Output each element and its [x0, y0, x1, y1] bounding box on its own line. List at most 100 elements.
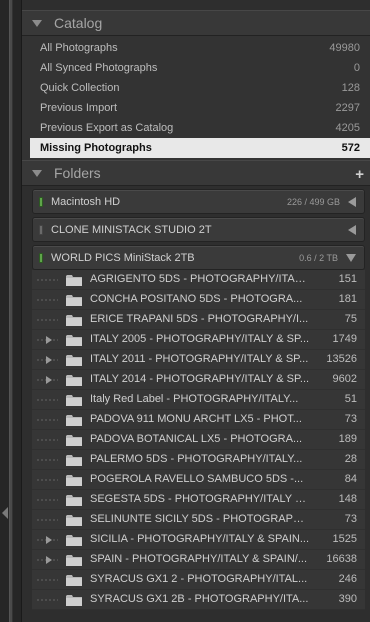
tree-guide-dots — [36, 299, 58, 301]
folder-row[interactable]: PADOVA 911 MONU ARCHT LX5 - PHOT... 73 — [32, 410, 365, 430]
folder-row[interactable]: PADOVA BOTANICAL LX5 - PHOTOGRA... 189 — [32, 430, 365, 450]
folder-count: 13526 — [326, 353, 357, 365]
collapse-left-icon[interactable] — [2, 507, 8, 519]
folder-name: AGRIGENTO 5DS - PHOTOGRAPHY/ITAL... — [90, 273, 310, 285]
expand-arrow-icon[interactable] — [46, 376, 52, 384]
folders-header[interactable]: Folders + — [22, 160, 370, 186]
tree-guide-dots — [36, 419, 58, 421]
volume-name: WORLD PICS MiniStack 2TB — [51, 251, 195, 264]
folder-count: 28 — [344, 453, 357, 465]
expand-arrow-icon[interactable] — [46, 336, 52, 344]
folder-row[interactable]: SEGESTA 5DS - PHOTOGRAPHY/ITALY &... 148 — [32, 490, 365, 510]
folder-icon — [66, 274, 82, 286]
folder-name: PADOVA 911 MONU ARCHT LX5 - PHOT... — [90, 413, 302, 425]
folder-count: 189 — [338, 433, 357, 445]
folder-row[interactable]: AGRIGENTO 5DS - PHOTOGRAPHY/ITAL... 151 — [32, 270, 365, 290]
catalog-item[interactable]: Missing Photographs 572 — [30, 138, 370, 158]
catalog-item-count: 128 — [341, 82, 360, 94]
folder-row[interactable]: POGEROLA RAVELLO SAMBUCO 5DS -... 84 — [32, 470, 365, 490]
catalog-item[interactable]: Quick Collection 128 — [30, 78, 370, 98]
catalog-item-count: 49980 — [329, 42, 360, 54]
volume-header[interactable]: CLONE MINISTACK STUDIO 2T — [32, 217, 365, 242]
folder-icon — [66, 534, 82, 546]
tree-guide-dots — [36, 579, 58, 581]
folder-count: 148 — [338, 493, 357, 505]
folder-name: Italy Red Label - PHOTOGRAPHY/ITALY... — [90, 393, 299, 405]
chevron-left-icon[interactable] — [348, 196, 356, 207]
folder-row[interactable]: SPAIN - PHOTOGRAPHY/ITALY & SPAIN/... 166… — [32, 550, 365, 570]
expand-arrow-icon[interactable] — [46, 556, 52, 564]
volume-size: 0.6 / 2 TB — [299, 252, 338, 263]
folder-count: 181 — [338, 293, 357, 305]
left-panel: Catalog All Photographs 49980 All Synced P… — [22, 0, 370, 622]
catalog-header[interactable]: Catalog — [22, 10, 370, 36]
folder-row[interactable]: Italy Red Label - PHOTOGRAPHY/ITALY... 51 — [32, 390, 365, 410]
folder-row[interactable]: CONCHA POSITANO 5DS - PHOTOGRA... 181 — [32, 290, 365, 310]
folder-count: 16638 — [326, 553, 357, 565]
catalog-item[interactable]: Previous Export as Catalog 4205 — [30, 118, 370, 138]
folder-name: SELINUNTE SICILY 5DS - PHOTOGRAPH... — [90, 513, 310, 525]
volume-size: 226 / 499 GB — [286, 196, 340, 207]
disclosure-triangle-icon[interactable] — [32, 19, 42, 27]
folder-count: 390 — [338, 593, 357, 605]
folder-name: ITALY 2005 - PHOTOGRAPHY/ITALY & SP... — [90, 333, 310, 345]
folder-row[interactable]: ITALY 2014 - PHOTOGRAPHY/ITALY & SP... 96… — [32, 370, 365, 390]
folder-row[interactable]: PALERMO 5DS - PHOTOGRAPHY/ITALY... 28 — [32, 450, 365, 470]
catalog-item-label: Previous Export as Catalog — [40, 122, 174, 134]
catalog-item-label: All Photographs — [40, 42, 118, 54]
chevron-left-icon[interactable] — [348, 224, 356, 235]
folder-count: 9602 — [332, 373, 357, 385]
folder-icon — [66, 554, 82, 566]
catalog-item-label: Quick Collection — [40, 82, 120, 94]
tree-guide-dots — [36, 279, 58, 281]
folder-name: POGEROLA RAVELLO SAMBUCO 5DS -... — [90, 473, 304, 485]
folder-name: SYRACUS GX1 2B - PHOTOGRAPHY/ITA... — [90, 593, 309, 605]
folder-icon — [66, 574, 82, 586]
volume-status-icon — [39, 196, 43, 207]
folder-count: 151 — [338, 273, 357, 285]
folder-count: 73 — [344, 413, 357, 425]
volume-header[interactable]: Macintosh HD 226 / 499 GB — [32, 189, 365, 214]
folder-row[interactable]: SYRACUS GX1 2 - PHOTOGRAPHY/ITAL... 246 — [32, 570, 365, 590]
disclosure-triangle-icon[interactable] — [32, 169, 42, 177]
folder-list: AGRIGENTO 5DS - PHOTOGRAPHY/ITAL... 151 CO… — [32, 270, 365, 610]
folder-name: CONCHA POSITANO 5DS - PHOTOGRA... — [90, 293, 303, 305]
folder-name: ITALY 2014 - PHOTOGRAPHY/ITALY & SP... — [90, 373, 310, 385]
catalog-item-label: Previous Import — [40, 102, 118, 114]
folder-row[interactable]: ITALY 2011 - PHOTOGRAPHY/ITALY & SP... 13… — [32, 350, 365, 370]
folder-name: SYRACUS GX1 2 - PHOTOGRAPHY/ITAL... — [90, 573, 308, 585]
expand-arrow-icon[interactable] — [46, 536, 52, 544]
add-folder-button[interactable]: + — [355, 166, 364, 183]
expand-arrow-icon[interactable] — [46, 356, 52, 364]
volume-status-icon — [39, 252, 43, 263]
folder-name: SICILIA - PHOTOGRAPHY/ITALY & SPAIN... — [90, 533, 310, 545]
catalog-item[interactable]: All Photographs 49980 — [30, 38, 370, 58]
catalog-item[interactable]: Previous Import 2297 — [30, 98, 370, 118]
volume-name: CLONE MINISTACK STUDIO 2T — [51, 223, 212, 236]
folder-name: ERICE TRAPANI 5DS - PHOTOGRAPHY/I... — [90, 313, 309, 325]
folder-row[interactable]: ITALY 2005 - PHOTOGRAPHY/ITALY & SP... 17… — [32, 330, 365, 350]
folder-row[interactable]: SELINUNTE SICILY 5DS - PHOTOGRAPH... 73 — [32, 510, 365, 530]
folder-name: PADOVA BOTANICAL LX5 - PHOTOGRA... — [90, 433, 303, 445]
catalog-item-count: 0 — [353, 62, 360, 74]
left-panel-gutter[interactable] — [0, 0, 22, 622]
volume-name: Macintosh HD — [51, 195, 121, 208]
folder-row[interactable]: SICILIA - PHOTOGRAPHY/ITALY & SPAIN... 15… — [32, 530, 365, 550]
tree-guide-dots — [36, 319, 58, 321]
folder-row[interactable]: ERICE TRAPANI 5DS - PHOTOGRAPHY/I... 75 — [32, 310, 365, 330]
folder-count: 73 — [344, 513, 357, 525]
folder-name: PALERMO 5DS - PHOTOGRAPHY/ITALY... — [90, 453, 303, 465]
gutter-rail — [9, 0, 13, 622]
folder-icon — [66, 354, 82, 366]
tree-guide-dots — [36, 459, 58, 461]
folder-icon — [66, 514, 82, 526]
catalog-list: All Photographs 49980 All Synced Photograp… — [22, 36, 370, 160]
folder-name: ITALY 2011 - PHOTOGRAPHY/ITALY & SP... — [90, 353, 309, 365]
chevron-down-icon[interactable] — [346, 253, 356, 262]
folder-icon — [66, 494, 82, 506]
volume-status-icon — [39, 224, 43, 235]
folder-row[interactable]: SYRACUS GX1 2B - PHOTOGRAPHY/ITA... 390 — [32, 590, 365, 610]
folder-icon — [66, 374, 82, 386]
volume-header[interactable]: WORLD PICS MiniStack 2TB 0.6 / 2 TB — [32, 245, 365, 270]
catalog-item[interactable]: All Synced Photographs 0 — [30, 58, 370, 78]
